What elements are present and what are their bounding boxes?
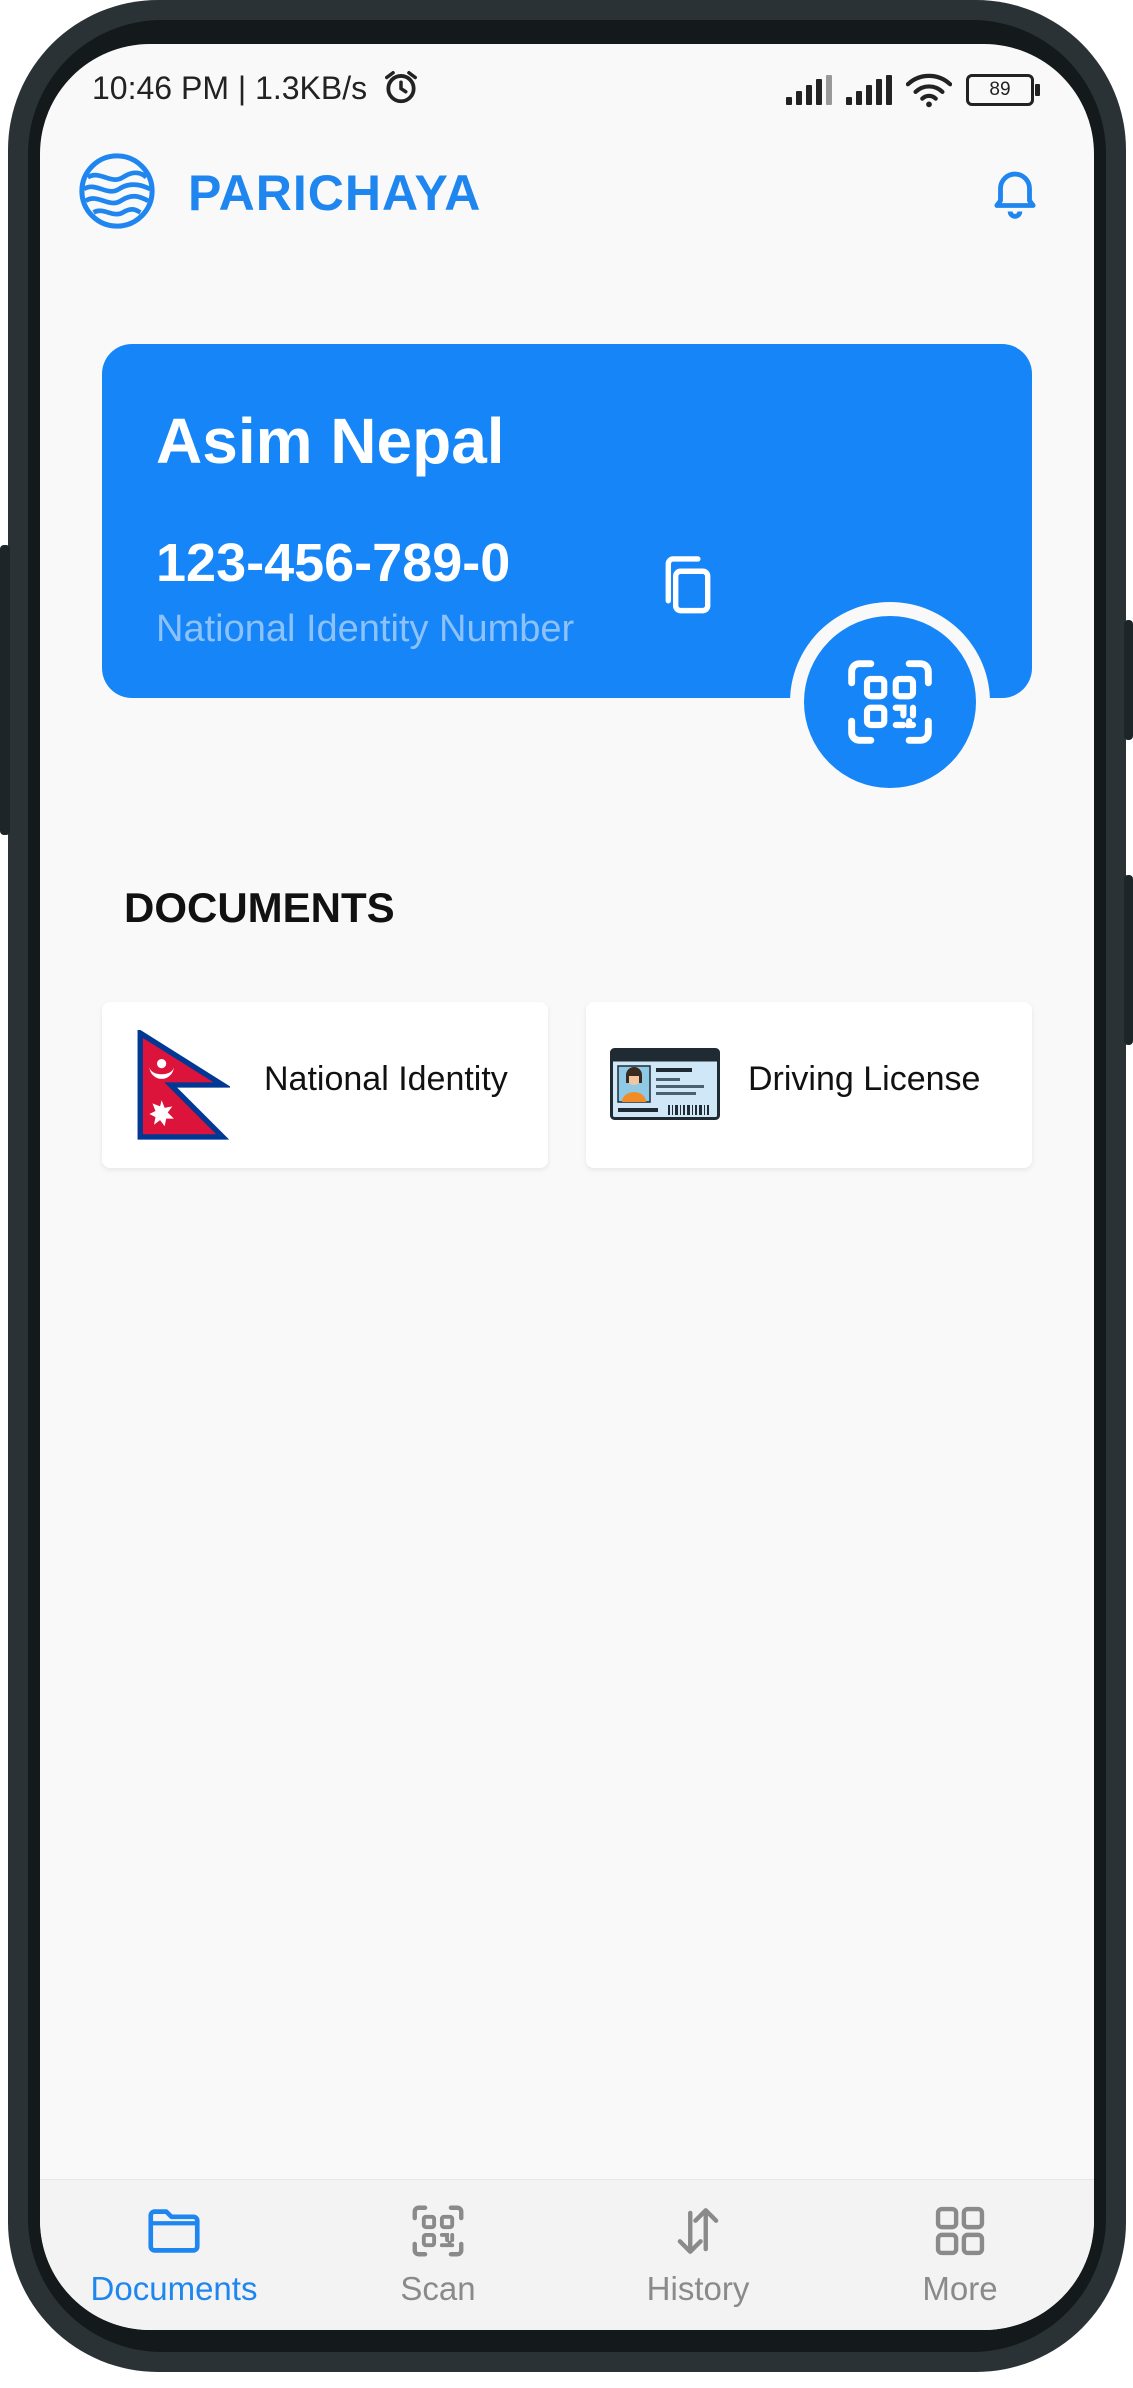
bottom-navigation: Documents Scan History More xyxy=(40,2179,1094,2330)
document-label: Driving License xyxy=(748,1060,981,1098)
folder-icon xyxy=(148,2209,200,2253)
documents-heading: DOCUMENTS xyxy=(124,884,395,931)
qr-code-button[interactable] xyxy=(804,616,976,788)
qr-code-icon xyxy=(848,660,932,744)
nav-scan[interactable]: Scan xyxy=(318,2200,558,2308)
globe-logo-icon xyxy=(79,153,155,229)
app-title: PARICHAYA xyxy=(188,165,482,221)
bell-icon[interactable] xyxy=(986,162,1044,220)
volume-button xyxy=(0,545,10,835)
status-bar: 10:46 PM | 1.3KB/s 89 xyxy=(40,44,1094,134)
battery-icon: 89 xyxy=(966,74,1040,106)
nav-more[interactable]: More xyxy=(840,2200,1080,2308)
nav-documents[interactable]: Documents xyxy=(54,2200,294,2308)
document-card-driving-license[interactable]: Driving License xyxy=(586,1002,1032,1168)
status-icons: 89 xyxy=(786,70,1040,110)
wifi-icon xyxy=(906,73,952,108)
driving-license-icon xyxy=(610,1048,720,1120)
identity-number: 123-456-789-0 xyxy=(156,533,511,593)
document-label: National Identity xyxy=(264,1060,508,1098)
scan-icon xyxy=(412,2205,464,2257)
nav-label: History xyxy=(646,2270,750,2307)
alarm-icon xyxy=(385,71,417,104)
nav-label: Scan xyxy=(400,2270,476,2307)
holder-name: Asim Nepal xyxy=(156,405,505,477)
copy-icon[interactable] xyxy=(658,554,718,618)
phone-screen: 10:46 PM | 1.3KB/s 89 PARICHAYA Asim Nep… xyxy=(40,44,1094,2330)
identity-number-label: National Identity Number xyxy=(156,608,575,650)
side-button xyxy=(1124,875,1133,1045)
signal-icon xyxy=(846,75,892,105)
nepal-flag-icon xyxy=(137,1030,230,1140)
signal-icon xyxy=(786,75,832,105)
status-time-speed: 10:46 PM | 1.3KB/s xyxy=(92,70,368,106)
nav-history[interactable]: History xyxy=(578,2200,818,2308)
grid-icon xyxy=(935,2206,985,2256)
nav-label: More xyxy=(922,2270,998,2307)
power-button xyxy=(1124,620,1133,740)
app-bar: PARICHAYA xyxy=(40,140,1094,240)
nav-label: Documents xyxy=(90,2270,258,2307)
document-card-national-identity[interactable]: National Identity xyxy=(102,1002,548,1168)
history-arrows-icon xyxy=(677,2208,719,2254)
